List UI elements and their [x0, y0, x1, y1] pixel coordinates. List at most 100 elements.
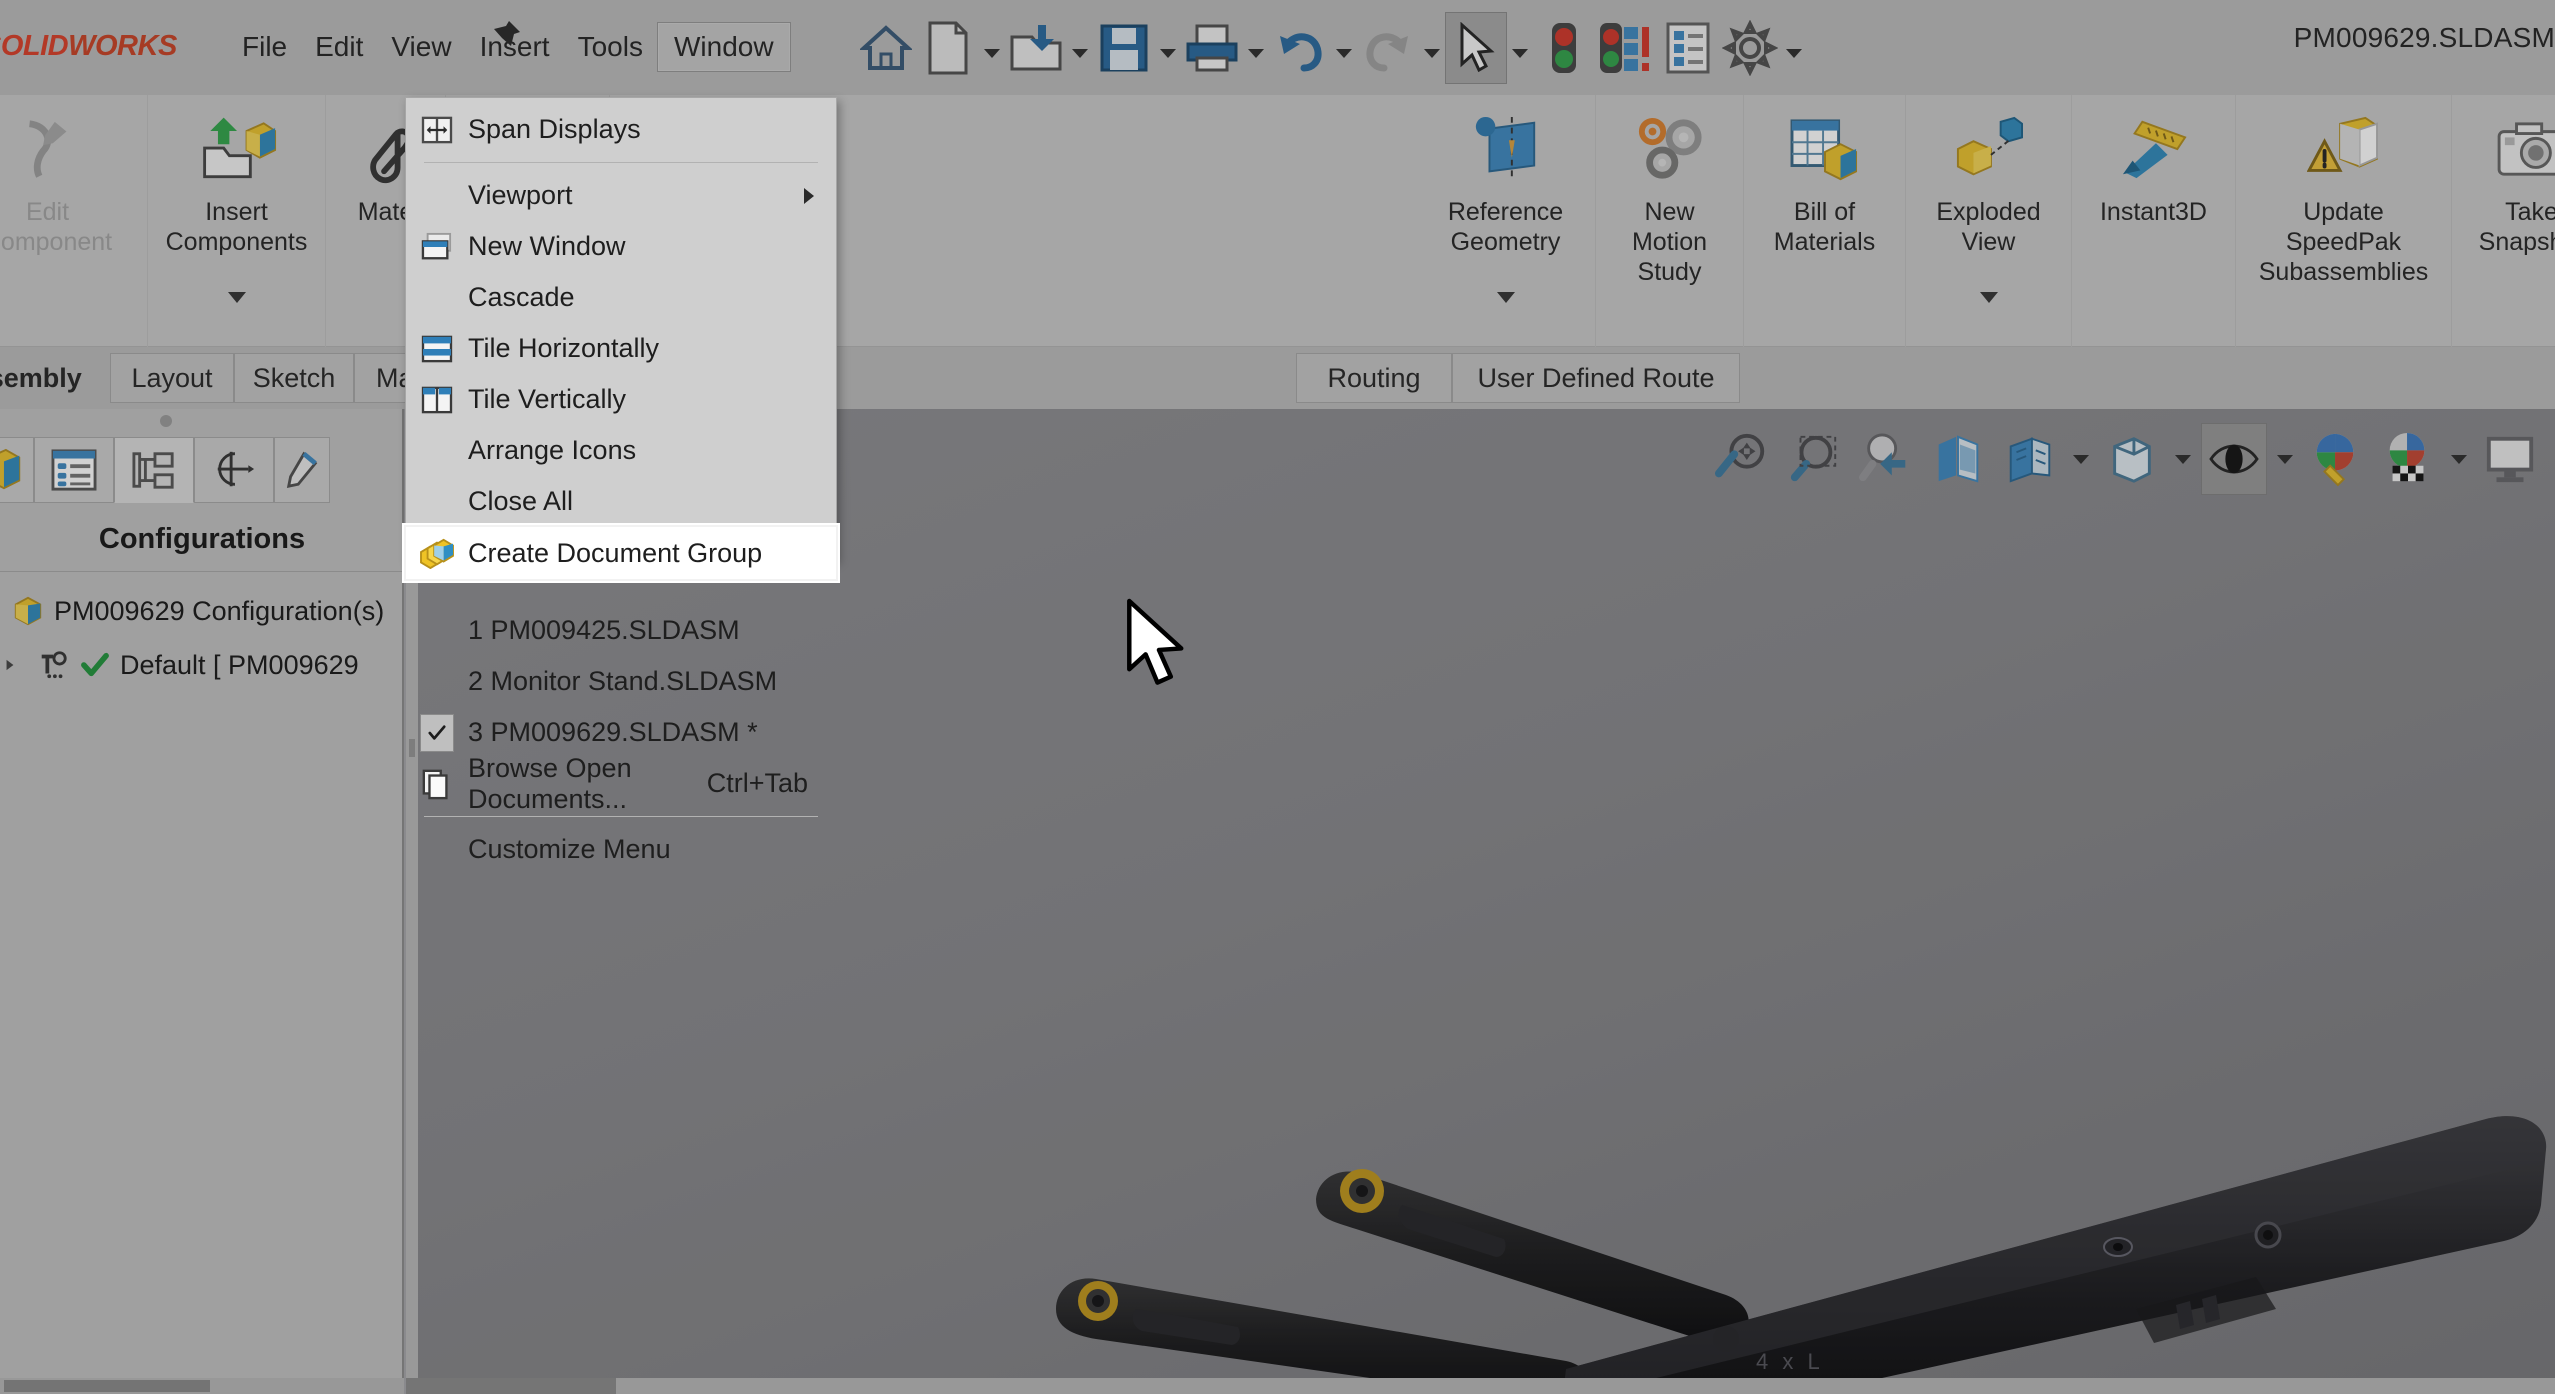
take-snapshot-camera-icon	[2495, 111, 2555, 189]
menu-item-recent-document-3[interactable]: 3 PM009629.SLDASM *	[406, 707, 836, 758]
viewport-scroll-thumb[interactable]	[406, 1378, 616, 1394]
hide-show-items-caret-icon[interactable]	[2273, 423, 2297, 495]
insert-components-caret-icon[interactable]	[227, 292, 246, 303]
window-menu-dropdown[interactable]: Span Displays Viewport New Window Cascad…	[402, 97, 840, 864]
menu-item-browse-open-documents[interactable]: Browse Open Documents... Ctrl+Tab	[406, 753, 836, 814]
open-folder-icon[interactable]	[1005, 12, 1067, 84]
exploded-view-caret-icon[interactable]	[1979, 292, 1998, 303]
tab-layout[interactable]: Layout	[110, 353, 234, 403]
print-icon[interactable]	[1181, 12, 1243, 84]
open-folder-caret-icon[interactable]	[1067, 12, 1093, 84]
apply-scene-caret-icon[interactable]	[2447, 423, 2471, 495]
options-gear-icon[interactable]	[1719, 12, 1781, 84]
menu-item-viewport[interactable]: Viewport	[406, 170, 836, 221]
print-caret-icon[interactable]	[1243, 12, 1269, 84]
ribbon-item-update-speedpak[interactable]: Update SpeedPak Subassemblies	[2236, 95, 2452, 347]
assembly-3d-model[interactable]: 4 x L	[1026, 1009, 2555, 1394]
menu-item-create-document-group[interactable]: Create Document Group	[402, 523, 840, 583]
rebuild-all-configurations-icon[interactable]	[1595, 12, 1657, 84]
menu-label-arrange-icons: Arrange Icons	[468, 435, 637, 465]
menu-item-recent-document-1[interactable]: 1 PM009425.SLDASM	[406, 605, 836, 656]
viewport-horizontal-scrollbar[interactable]	[406, 1378, 2555, 1394]
tree-row-default-configuration[interactable]: Default [ PM009629	[4, 649, 359, 681]
view-orientation-caret-icon[interactable]	[2069, 423, 2093, 495]
menu-item-new-window[interactable]: New Window	[406, 221, 836, 272]
active-document-checkbox[interactable]	[406, 713, 468, 752]
tab-routing[interactable]: Routing	[1296, 353, 1452, 403]
rebuild-traffic-light-icon[interactable]	[1533, 12, 1595, 84]
menu-window[interactable]: Window	[656, 22, 791, 72]
viewport-submenu-arrow-icon	[804, 187, 814, 204]
checkbox-box[interactable]	[420, 713, 454, 752]
section-view-icon[interactable]	[1925, 423, 1991, 495]
redo-caret-icon[interactable]	[1419, 12, 1445, 84]
menu-label-tile-horizontally: Tile Horizontally	[468, 333, 660, 363]
ribbon-item-bill-of-materials[interactable]: Bill of Materials	[1744, 95, 1906, 347]
menu-item-tile-horizontally[interactable]: Tile Horizontally	[406, 323, 836, 374]
menu-view[interactable]: View	[377, 25, 465, 69]
display-style-caret-icon[interactable]	[2171, 423, 2195, 495]
menu-item-customize-menu[interactable]: Customize Menu	[406, 824, 836, 875]
menu-accel-browse-open-documents: Ctrl+Tab	[706, 768, 808, 798]
tab-assembly[interactable]: Assembly	[0, 353, 98, 403]
menu-item-tile-vertically[interactable]: Tile Vertically	[406, 374, 836, 425]
ribbon-item-edit-component[interactable]: EditComponent	[0, 95, 148, 347]
zoom-to-area-icon[interactable]	[1781, 423, 1847, 495]
ribbon-item-exploded-view[interactable]: Exploded View	[1906, 95, 2072, 347]
property-manager-icon[interactable]	[34, 437, 114, 503]
pushpin-icon[interactable]	[487, 18, 523, 58]
ribbon-label-edit-component: EditComponent	[0, 198, 113, 256]
ribbon-item-take-snapshot[interactable]: TakeSnapshot	[2452, 95, 2555, 347]
menu-item-span-displays[interactable]: Span Displays	[406, 104, 836, 155]
left-panel-horizontal-scrollbar[interactable]	[0, 1378, 404, 1394]
menu-item-cascade[interactable]: Cascade	[406, 272, 836, 323]
menu-label-tile-vertically: Tile Vertically	[468, 384, 627, 414]
tab-user-defined-route[interactable]: User Defined Route	[1452, 353, 1740, 403]
tab-sketch[interactable]: Sketch	[234, 353, 354, 403]
view-settings-icon[interactable]	[2477, 423, 2543, 495]
solidworks-logo: SOLIDWORKS	[0, 30, 177, 63]
undo-icon[interactable]	[1269, 12, 1331, 84]
options-caret-icon[interactable]	[1781, 12, 1807, 84]
select-caret-icon[interactable]	[1507, 12, 1533, 84]
feature-manager-tree-icon[interactable]	[0, 437, 34, 503]
menu-edit[interactable]: Edit	[301, 25, 377, 69]
edit-appearance-icon[interactable]	[2303, 423, 2369, 495]
left-panel-scroll-thumb[interactable]	[4, 1380, 210, 1392]
tree-row-configurations-root[interactable]: PM009629 Configuration(s)	[12, 595, 384, 627]
ribbon-toolbar: EditComponent InsertComponents	[0, 95, 2555, 347]
hide-show-items-eye-icon[interactable]	[2201, 423, 2267, 495]
apply-scene-icon[interactable]	[2375, 423, 2441, 495]
menu-label-recent-document-1: 1 PM009425.SLDASM	[468, 615, 740, 645]
redo-icon[interactable]	[1357, 12, 1419, 84]
file-properties-icon[interactable]	[1657, 12, 1719, 84]
save-icon[interactable]	[1093, 12, 1155, 84]
reference-geometry-caret-icon[interactable]	[1496, 292, 1515, 303]
menu-item-recent-document-2[interactable]: 2 Monitor Stand.SLDASM	[406, 656, 836, 707]
display-style-icon[interactable]	[2099, 423, 2165, 495]
save-caret-icon[interactable]	[1155, 12, 1181, 84]
menu-tools[interactable]: Tools	[564, 25, 657, 69]
previous-view-icon[interactable]	[1853, 423, 1919, 495]
select-arrow-icon[interactable]	[1445, 12, 1507, 84]
insert-components-icon	[197, 111, 277, 189]
view-orientation-icon[interactable]	[1997, 423, 2063, 495]
home-icon[interactable]	[855, 12, 917, 84]
ribbon-label-instant3d: Instant3D	[2099, 198, 2207, 226]
undo-caret-icon[interactable]	[1331, 12, 1357, 84]
zoom-to-fit-icon[interactable]	[1709, 423, 1775, 495]
panel-resize-handle[interactable]	[160, 415, 172, 427]
ribbon-item-reference-geometry[interactable]: Reference Geometry	[1416, 95, 1596, 347]
ribbon-item-insert-components[interactable]: Insert Components	[148, 95, 326, 347]
menu-file[interactable]: File	[228, 25, 301, 69]
ribbon-item-new-motion-study[interactable]: New Motion Study	[1596, 95, 1744, 347]
new-document-icon[interactable]	[917, 12, 979, 84]
dimxpert-manager-icon[interactable]	[194, 437, 274, 503]
ribbon-item-instant3d[interactable]: Instant3D	[2072, 95, 2236, 347]
configuration-manager-icon[interactable]	[114, 437, 194, 503]
menu-item-arrange-icons[interactable]: Arrange Icons	[406, 425, 836, 476]
display-manager-icon[interactable]	[274, 437, 330, 503]
tree-expand-caret-icon[interactable]	[4, 657, 26, 673]
new-document-caret-icon[interactable]	[979, 12, 1005, 84]
menu-item-close-all[interactable]: Close All	[406, 476, 836, 527]
